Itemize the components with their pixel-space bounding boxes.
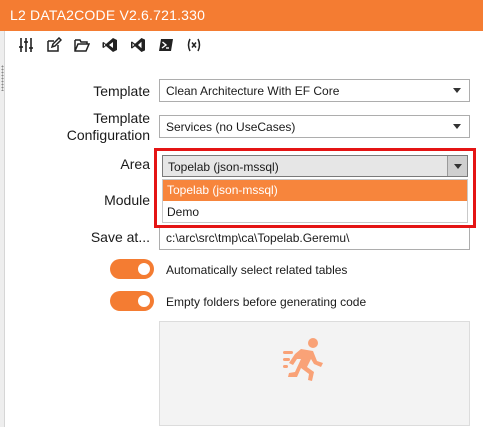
save-at-field[interactable]: c:\arc\src\tmp\ca\Topelab.Geremu\ [159, 227, 470, 250]
template-select[interactable]: Clean Architecture With EF Core [159, 79, 470, 102]
area-label: Area [120, 156, 150, 172]
empty-folders-toggle[interactable] [110, 291, 154, 311]
grip-handle-icon[interactable] [1, 65, 4, 91]
visual-studio-icon[interactable] [100, 35, 120, 55]
powershell-icon[interactable] [156, 35, 176, 55]
save-at-value: c:\arc\src\tmp\ca\Topelab.Geremu\ [166, 231, 350, 245]
window-title: L2 DATA2CODE V2.6.721.330 [10, 7, 206, 23]
template-label: Template [93, 83, 150, 99]
save-at-label: Save at... [90, 229, 150, 245]
sliders-icon[interactable] [16, 35, 36, 55]
toggle-knob [138, 295, 150, 307]
vscode-icon[interactable] [128, 35, 148, 55]
running-man-icon [283, 338, 323, 381]
area-select[interactable]: Topelab (json-mssql) [162, 155, 468, 177]
template-configuration-label: Template Configuration [67, 110, 150, 144]
empty-folders-label: Empty folders before generating code [166, 295, 367, 309]
module-label: Module [104, 192, 150, 208]
toggle-knob [138, 263, 150, 275]
area-dropdown-highlight: Topelab (json-mssql) Topelab (json-mssql… [154, 148, 476, 228]
left-dock-strip[interactable] [0, 31, 5, 427]
template-configuration-label-line2: Configuration [66, 127, 150, 143]
template-configuration-label-line1: Template [93, 110, 150, 126]
run-button[interactable] [159, 321, 470, 426]
area-option-demo[interactable]: Demo [163, 202, 467, 223]
template-select-value: Clean Architecture With EF Core [166, 84, 340, 98]
chevron-down-icon[interactable] [453, 88, 461, 93]
chevron-down-icon[interactable] [447, 156, 467, 176]
template-configuration-select[interactable]: Services (no UseCases) [159, 115, 470, 138]
chevron-down-icon[interactable] [453, 124, 461, 129]
auto-select-toggle[interactable] [110, 259, 154, 279]
area-options-list: Topelab (json-mssql) Demo [162, 179, 468, 223]
edit-icon[interactable] [44, 35, 64, 55]
area-select-value: Topelab (json-mssql) [168, 160, 279, 174]
variable-icon[interactable] [184, 35, 204, 55]
auto-select-label: Automatically select related tables [166, 263, 348, 277]
folder-open-icon[interactable] [72, 35, 92, 55]
template-configuration-value: Services (no UseCases) [166, 120, 296, 134]
area-option-topelab[interactable]: Topelab (json-mssql) [163, 180, 467, 201]
title-bar: L2 DATA2CODE V2.6.721.330 [0, 0, 483, 31]
